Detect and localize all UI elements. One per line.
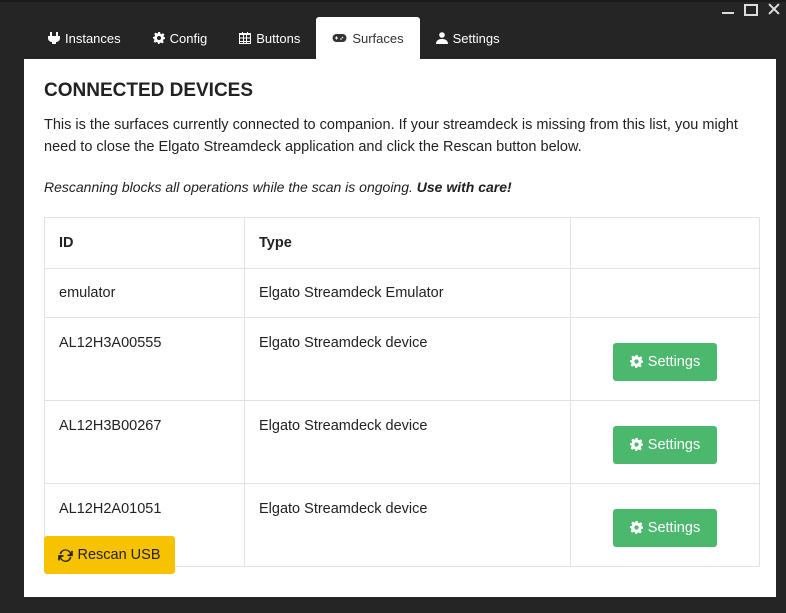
device-actions: Settings <box>570 317 760 401</box>
settings-button-label: Settings <box>647 436 701 453</box>
rescan-button-label: Rescan USB <box>77 547 161 563</box>
settings-button-label: Settings <box>647 353 701 370</box>
tab-buttons[interactable]: Buttons <box>223 17 316 59</box>
device-type: Elgato Streamdeck device <box>244 400 571 484</box>
warning-emphasis: Use with care! <box>416 179 512 195</box>
device-type: Elgato Streamdeck device <box>244 483 571 567</box>
column-header-actions <box>570 217 760 269</box>
warning-text: Rescanning blocks all operations while t… <box>44 179 417 195</box>
device-actions: Settings <box>570 483 760 567</box>
tab-label: Surfaces <box>352 30 404 46</box>
app-window: Instances Config Buttons Surfaces Settin… <box>0 0 786 613</box>
grid-icon <box>239 32 252 44</box>
column-header-id: ID <box>44 217 245 269</box>
tab-label: Config <box>169 30 208 46</box>
column-header-type: Type <box>244 217 571 269</box>
tab-label: Instances <box>65 30 121 46</box>
gamepad-icon <box>332 34 347 42</box>
device-type: Elgato Streamdeck Emulator <box>244 268 571 318</box>
refresh-icon <box>58 548 74 562</box>
window-top-border <box>0 0 786 2</box>
device-type: Elgato Streamdeck device <box>244 317 571 401</box>
tab-label: Buttons <box>256 30 301 46</box>
window-controls <box>722 4 780 16</box>
tab-instances[interactable]: Instances <box>32 17 137 59</box>
rescan-warning: Rescanning blocks all operations while t… <box>44 179 512 195</box>
main-tabs: Instances Config Buttons Surfaces Settin… <box>32 17 516 59</box>
tab-surfaces[interactable]: Surfaces <box>316 17 420 59</box>
table-row: emulator Elgato Streamdeck Emulator <box>44 268 760 318</box>
device-actions <box>570 268 760 318</box>
gear-icon <box>629 521 643 534</box>
user-cog-icon <box>435 32 448 44</box>
maximize-icon[interactable] <box>744 4 758 16</box>
device-id: emulator <box>44 268 245 318</box>
gear-icon <box>629 438 643 451</box>
surfaces-panel: CONNECTED DEVICES This is the surfaces c… <box>24 59 776 597</box>
device-id: AL12H3B00267 <box>44 400 245 484</box>
plug-icon <box>48 32 60 44</box>
device-id: AL12H3A00555 <box>44 317 245 401</box>
device-settings-button[interactable]: Settings <box>613 342 717 381</box>
table-row: AL12H3A00555 Elgato Streamdeck device Se… <box>44 317 760 401</box>
table-header-row: ID Type <box>44 217 760 269</box>
page-description: This is the surfaces currently connected… <box>44 117 738 155</box>
page-title: CONNECTED DEVICES <box>44 80 254 101</box>
minimize-icon[interactable] <box>722 4 734 14</box>
close-icon[interactable] <box>768 4 780 14</box>
gear-icon <box>629 355 643 368</box>
gear-icon <box>152 32 165 44</box>
device-settings-button[interactable]: Settings <box>613 508 717 547</box>
device-settings-button[interactable]: Settings <box>613 425 717 464</box>
table-row: AL12H3B00267 Elgato Streamdeck device Se… <box>44 400 760 484</box>
rescan-usb-button[interactable]: Rescan USB <box>44 536 175 574</box>
tab-settings[interactable]: Settings <box>420 17 516 59</box>
devices-table: ID Type emulator Elgato Streamdeck Emula… <box>44 217 760 567</box>
device-actions: Settings <box>570 400 760 484</box>
tab-config[interactable]: Config <box>137 17 224 59</box>
tab-label: Settings <box>452 30 500 46</box>
settings-button-label: Settings <box>647 519 701 536</box>
